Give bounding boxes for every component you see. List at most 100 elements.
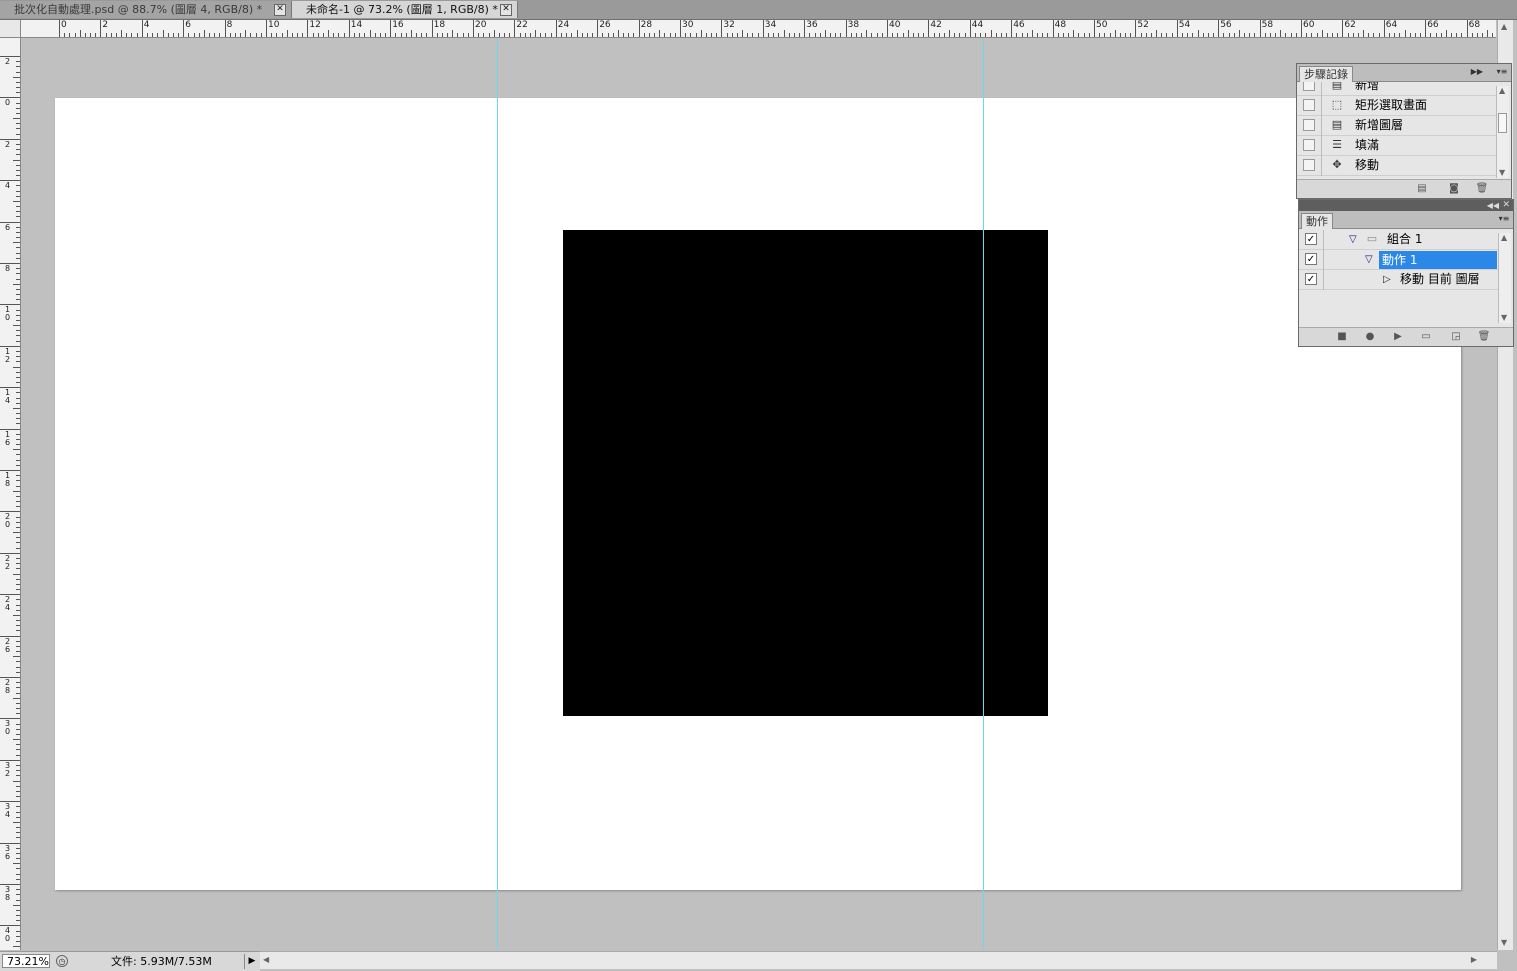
- panel-menu-icon[interactable]: ▾≡: [1497, 213, 1511, 225]
- ruler-minor-tick: [16, 438, 20, 440]
- expand-panel-icon[interactable]: ▶▶: [1471, 66, 1483, 78]
- trash-icon[interactable]: 🗑: [1475, 182, 1489, 196]
- scroll-down-icon[interactable]: ▼: [1501, 313, 1507, 323]
- close-icon[interactable]: ✕: [1502, 200, 1510, 211]
- ruler-minor-tick: [16, 832, 20, 834]
- ruler-minor-tick: [980, 33, 982, 37]
- canvas-area[interactable]: [21, 38, 1496, 950]
- record-icon[interactable]: ●: [1363, 330, 1377, 344]
- ruler-minor-tick: [747, 33, 749, 37]
- scroll-thumb[interactable]: [1498, 113, 1507, 133]
- scroll-down-icon[interactable]: ▼: [1501, 938, 1507, 948]
- play-icon[interactable]: ▶: [1391, 330, 1405, 344]
- ruler-minor-tick: [16, 589, 20, 591]
- ruler-minor-tick: [902, 33, 904, 37]
- move-tool-icon: ✥: [1332, 158, 1342, 171]
- action-row-action[interactable]: ✓ ▽ 動作 1: [1299, 250, 1499, 270]
- ruler-v-label: 3 8: [4, 885, 11, 902]
- tab-history[interactable]: 步驟記錄: [1299, 66, 1353, 82]
- stop-icon[interactable]: ■: [1335, 330, 1349, 344]
- close-icon[interactable]: ✕: [500, 4, 512, 16]
- history-state-row[interactable]: ☰ 填滿: [1297, 136, 1497, 156]
- collapse-panel-icon[interactable]: ◀◀: [1487, 200, 1499, 211]
- scroll-up-icon[interactable]: ▲: [1501, 233, 1507, 243]
- trash-icon[interactable]: 🗑: [1477, 330, 1491, 344]
- ruler-h-label: 18: [433, 20, 446, 30]
- ruler-minor-tick: [379, 33, 381, 37]
- ruler-h-label: 58: [1261, 20, 1274, 30]
- close-icon[interactable]: ✕: [274, 4, 286, 16]
- actions-panel: ◀◀ ✕ 動作 ▾≡ ✓ ▽ ▭ 組合 1 ✓ ▽ 動作 1 ✓ ▷ 移動 目前 圖層 ▲ ▼ ■…: [1298, 199, 1514, 347]
- new-document-from-state-icon[interactable]: ▤: [1415, 182, 1429, 196]
- ruler-minor-tick: [1244, 33, 1246, 37]
- snapshot-source-checkbox[interactable]: [1303, 139, 1315, 151]
- history-scrollbar[interactable]: ▲ ▼: [1496, 86, 1509, 178]
- vertical-guide[interactable]: [497, 38, 498, 950]
- ruler-major-tick: [1052, 20, 1054, 37]
- black-filled-layer[interactable]: [563, 230, 1048, 716]
- expand-triangle-icon[interactable]: ▽: [1365, 250, 1373, 269]
- ruler-minor-tick: [628, 33, 630, 37]
- snapshot-source-checkbox[interactable]: [1303, 82, 1315, 91]
- expand-triangle-icon[interactable]: ▽: [1349, 230, 1357, 249]
- status-bar: 73.21% ◷ 文件: 5.93M/7.53M ▶: [0, 951, 260, 971]
- status-info-icon[interactable]: ◷: [56, 955, 68, 967]
- scroll-up-icon[interactable]: ▲: [1499, 86, 1505, 96]
- history-panel-footer: ▤ ◙ 🗑: [1297, 179, 1511, 198]
- tab-batch-automation-psd[interactable]: 批次化自動處理.psd @ 88.7% (圖層 4, RGB/8) * ✕: [0, 1, 292, 18]
- ruler-minor-tick: [16, 909, 20, 911]
- ruler-minor-tick: [695, 33, 697, 37]
- history-state-row[interactable]: ✥ 移動: [1297, 156, 1497, 176]
- ruler-major-tick: [1176, 20, 1178, 37]
- ruler-minor-tick: [364, 33, 366, 37]
- action-row-step[interactable]: ✓ ▷ 移動 目前 圖層: [1299, 270, 1499, 290]
- document-canvas[interactable]: [55, 98, 1461, 890]
- ruler-major-tick: [0, 428, 20, 430]
- zoom-level-field[interactable]: 73.21%: [2, 954, 50, 968]
- history-state-row[interactable]: ▤ 新增圖層: [1297, 116, 1497, 136]
- new-action-icon[interactable]: ◲: [1449, 330, 1463, 344]
- ruler-minor-tick: [1269, 33, 1271, 37]
- new-set-folder-icon[interactable]: ▭: [1419, 330, 1433, 344]
- vertical-ruler[interactable]: 2 0 2 4 6 8 1 0 1 2 1 4 1 6 1 8 2 0 2 2 2 4 2 6 2 8 3 0 3…: [0, 38, 21, 950]
- ruler-minor-tick: [16, 764, 20, 766]
- scroll-up-icon[interactable]: ▲: [1501, 22, 1507, 32]
- horizontal-ruler[interactable]: 0 2 4 6 8 10 12 14 16 18 20 22 24 26 28 30 32 34 36 38 40 42 4…: [21, 20, 1496, 38]
- tab-untitled-1[interactable]: 未命名-1 @ 73.2% (圖層 1, RGB/8) * ✕: [292, 1, 518, 18]
- tab-actions[interactable]: 動作: [1301, 213, 1333, 229]
- ruler-minor-tick: [736, 33, 738, 37]
- scroll-down-icon[interactable]: ▼: [1499, 168, 1505, 178]
- history-state-row[interactable]: ▤ 新增: [1297, 82, 1497, 96]
- snapshot-camera-icon[interactable]: ◙: [1447, 182, 1461, 196]
- snapshot-source-checkbox[interactable]: [1303, 99, 1315, 111]
- panel-dock-bar[interactable]: ◀◀ ✕: [1299, 200, 1513, 211]
- action-row-set[interactable]: ✓ ▽ ▭ 組合 1: [1299, 230, 1499, 250]
- snapshot-source-checkbox[interactable]: [1303, 159, 1315, 171]
- ruler-h-label: 0: [61, 20, 67, 30]
- horizontal-scrollbar[interactable]: ◀ ▶: [260, 951, 1497, 969]
- status-menu-arrow-icon[interactable]: ▶: [244, 954, 259, 969]
- ruler-minor-tick: [16, 568, 20, 570]
- ruler-v-label: 2 0: [4, 512, 11, 530]
- scroll-right-icon[interactable]: ▶: [1471, 955, 1477, 965]
- ruler-minor-tick: [767, 33, 769, 37]
- toggle-checkbox[interactable]: ✓: [1305, 233, 1317, 245]
- ruler-minor-tick: [13, 780, 20, 782]
- ruler-minor-tick: [16, 340, 20, 342]
- toggle-checkbox[interactable]: ✓: [1305, 273, 1317, 285]
- scroll-left-icon[interactable]: ◀: [263, 955, 269, 965]
- collapse-triangle-icon[interactable]: ▷: [1383, 270, 1391, 289]
- tab-label: 未命名-1 @ 73.2% (圖層 1, RGB/8) *: [306, 3, 498, 16]
- toggle-checkbox[interactable]: ✓: [1305, 253, 1317, 265]
- ruler-major-tick: [0, 180, 20, 182]
- snapshot-source-checkbox[interactable]: [1303, 119, 1315, 131]
- panel-menu-icon[interactable]: ▾≡: [1495, 66, 1509, 78]
- ruler-origin[interactable]: [0, 20, 21, 38]
- ruler-minor-tick: [16, 604, 20, 606]
- ruler-minor-tick: [126, 33, 128, 37]
- actions-scrollbar[interactable]: ▲ ▼: [1498, 233, 1511, 323]
- vertical-guide[interactable]: [983, 38, 984, 950]
- history-state-row[interactable]: ⬚ 矩形選取畫面: [1297, 96, 1497, 116]
- ruler-minor-tick: [16, 382, 20, 384]
- column-divider: [1323, 270, 1324, 290]
